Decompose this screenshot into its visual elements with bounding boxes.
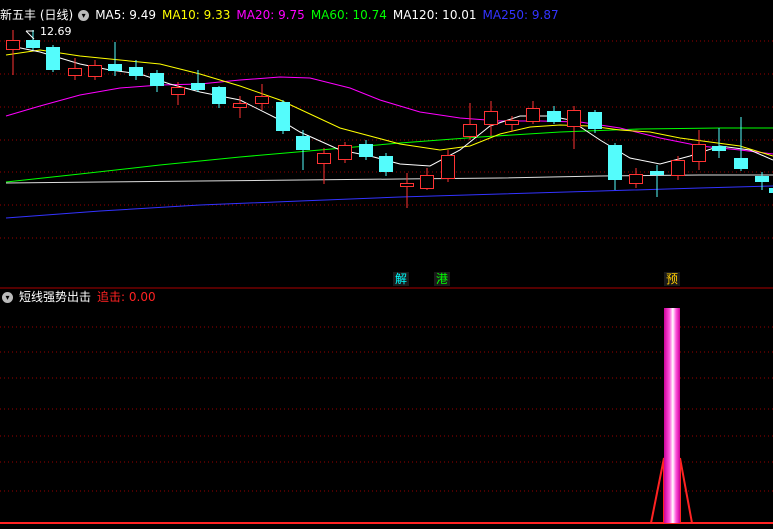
candle-body [420, 175, 434, 189]
candlestick[interactable] [420, 168, 434, 190]
signal-label: 解 [393, 272, 410, 286]
candlestick[interactable] [400, 173, 414, 208]
high-price-label: 12.69 [40, 25, 72, 38]
ma-legend: MA5: 9.49 MA10: 9.33 MA20: 9.75 MA60: 10.74… [95, 6, 564, 24]
candle-body [26, 40, 40, 48]
ma-legend-item: MA250: 9.87 [482, 8, 559, 22]
chevron-down-icon[interactable]: ▾ [78, 9, 90, 21]
indicator-spike-bar [664, 308, 680, 523]
ma-legend-item: MA60: 10.74 [310, 8, 387, 22]
indicator-plot [650, 308, 693, 524]
candle-body [400, 183, 414, 187]
candle-body [379, 156, 393, 172]
candle-body [296, 136, 310, 150]
ma-legend-item: MA20: 9.75 [236, 8, 305, 22]
signal-label: 港 [434, 272, 451, 286]
candle-body [191, 83, 205, 90]
candle-body [129, 67, 143, 76]
candle-body [629, 174, 643, 184]
candlestick[interactable] [526, 101, 540, 124]
signal-label: 预 [664, 272, 681, 286]
ma-line [5, 44, 773, 167]
candlestick[interactable] [88, 60, 102, 80]
candle-body [338, 145, 352, 160]
candlestick[interactable] [650, 165, 664, 197]
candlestick[interactable] [276, 100, 290, 134]
candlestick[interactable] [338, 142, 352, 163]
candle-body [212, 87, 226, 104]
indicator-title: 短线强势出击 [19, 290, 92, 304]
chevron-down-icon[interactable]: ▾ [2, 291, 13, 303]
candle-body [712, 146, 726, 151]
candle-body [233, 103, 247, 108]
candlestick[interactable] [212, 86, 226, 108]
candlestick[interactable] [441, 150, 455, 182]
candle-body [769, 188, 773, 193]
candle-body [547, 111, 561, 122]
candlestick[interactable] [6, 30, 20, 75]
candlestick[interactable] [505, 116, 519, 131]
candlestick[interactable] [692, 130, 706, 170]
chart-grid [0, 40, 773, 524]
ma-legend-item: MA10: 9.33 [161, 8, 231, 22]
candle-body [505, 120, 519, 125]
ma-line [5, 174, 773, 184]
ma-legend-item: MA5: 9.49 [95, 8, 156, 22]
candle-body [692, 144, 706, 162]
candlestick[interactable] [588, 110, 602, 133]
candle-body [255, 96, 269, 104]
candle-body [108, 64, 122, 71]
candle-body [276, 102, 290, 131]
ma-line [5, 76, 773, 155]
candlestick[interactable] [629, 168, 643, 188]
indicator-value: 追击: 0.00 [97, 290, 156, 304]
candlestick[interactable] [191, 70, 205, 92]
candlestick[interactable] [296, 130, 310, 170]
indicator-header: ▾ 短线强势出击 追击: 0.00 [0, 288, 162, 306]
candle-body [6, 40, 20, 50]
candle-body [150, 73, 164, 86]
chart-canvas[interactable]: 12.69 [0, 0, 773, 529]
candlestick[interactable] [547, 106, 561, 124]
candle-body [46, 47, 60, 70]
candlestick[interactable] [671, 156, 685, 180]
candle-body [671, 160, 685, 176]
candlestick[interactable] [150, 70, 164, 92]
candle-body [755, 176, 769, 182]
candle-body [463, 124, 477, 137]
candlestick[interactable] [129, 60, 143, 80]
candle-body [68, 68, 82, 76]
candle-body [171, 87, 185, 95]
candlestick[interactable] [317, 148, 331, 184]
candle-body [526, 108, 540, 122]
candlestick[interactable] [608, 143, 622, 190]
candle-body [359, 144, 373, 157]
candlestick[interactable] [359, 140, 373, 160]
indicator-ramp [679, 457, 693, 524]
candle-body [484, 111, 498, 125]
candlestick[interactable] [46, 45, 60, 72]
candle-body [608, 145, 622, 180]
candlestick[interactable] [484, 101, 498, 136]
candle-body [650, 171, 664, 175]
candle-body [441, 155, 455, 179]
candle-body [567, 110, 581, 127]
candle-body [88, 65, 102, 77]
candle-body [734, 158, 748, 169]
main-header: 新五丰 (日线) ▾ MA5: 9.49 MA10: 9.33 MA20: 9.75… [0, 6, 571, 24]
candlestick[interactable] [734, 117, 748, 171]
candlestick[interactable] [379, 153, 393, 176]
candlestick[interactable] [171, 82, 185, 105]
candle-body [588, 112, 602, 129]
stock-title: 新五丰 (日线) [0, 8, 74, 22]
ma-line [5, 185, 773, 219]
candlestick[interactable] [567, 106, 581, 149]
candlestick[interactable] [463, 103, 477, 140]
candle-body [317, 153, 331, 164]
candlestick[interactable] [255, 84, 269, 110]
ma-legend-item: MA120: 10.01 [392, 8, 477, 22]
